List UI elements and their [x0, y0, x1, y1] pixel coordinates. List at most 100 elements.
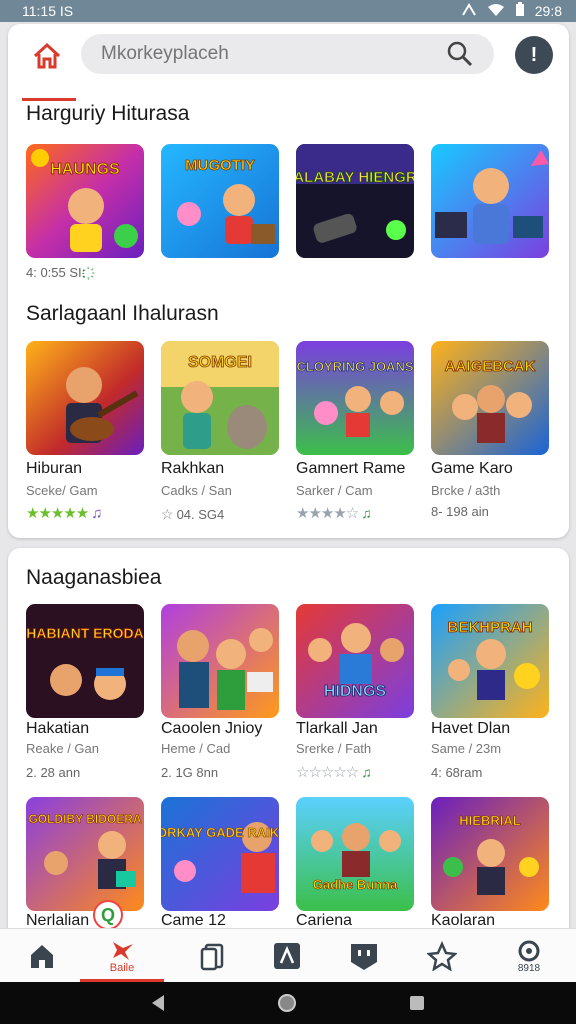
app-subtitle: Sceke/ Gam: [26, 483, 98, 498]
bottom-nav: Baile 8918: [0, 928, 576, 982]
game-tile[interactable]: ALABAY HIENGR: [296, 144, 414, 258]
home-icon: [33, 42, 61, 69]
game-tile[interactable]: AAIGEBCAK: [431, 341, 549, 455]
game-tile[interactable]: Gadhe Bunna: [296, 797, 414, 911]
tile-title: Gadhe Bunna: [313, 877, 398, 892]
game-tile[interactable]: HIDNGS: [296, 604, 414, 718]
app-name: Hiburan: [26, 460, 83, 477]
music-icon: ♫: [91, 504, 103, 522]
tile-title: AAIGEBCAK: [445, 358, 536, 375]
game-tile[interactable]: HIEBRIAL: [431, 797, 549, 911]
app-name: Rakhkan: [161, 460, 225, 477]
search-bar[interactable]: [81, 34, 494, 74]
app-name: Caoolen Jnioy: [161, 720, 263, 737]
game-tile[interactable]: [26, 341, 144, 455]
rating-stars: ★★★★★ ♫: [26, 504, 103, 523]
app-meta: 2. 1G 8nn: [161, 765, 219, 780]
star-outline-icon: ☆: [161, 506, 174, 522]
app-subtitle: Same / 23m: [431, 741, 502, 756]
rating-stars: ☆☆☆☆☆ ♫: [296, 764, 372, 781]
battery-icon: [515, 2, 525, 20]
back-icon[interactable]: [150, 994, 166, 1012]
app-name: Hakatian: [26, 720, 90, 737]
game-tile[interactable]: HAUNGS: [26, 144, 144, 258]
shop-icon: [351, 944, 377, 970]
nav-settings-label: 8918: [517, 962, 541, 974]
star-icon: [427, 941, 457, 971]
app-subtitle: Reake / Gan: [26, 741, 99, 756]
tile-title: GORKAY GADE RAIK: [161, 825, 279, 840]
rating-meta: 8- 198 ain: [431, 504, 489, 519]
copy-icon: [200, 943, 224, 971]
home-button-icon[interactable]: [276, 992, 298, 1014]
game-tile[interactable]: MUGOTIY: [161, 144, 279, 258]
home-icon: [31, 945, 53, 968]
app-subtitle: Srerke / Fath: [296, 741, 372, 756]
alert-icon: !: [530, 43, 538, 66]
badge-icon: Q: [100, 904, 115, 925]
search-icon[interactable]: [446, 40, 474, 68]
app-subtitle: Sarker / Cam: [296, 483, 373, 498]
game-tile[interactable]: GOLDIBY BIDOERA: [26, 797, 144, 911]
app-name: Gamnert Rame: [296, 460, 406, 477]
games-icon: [113, 942, 133, 960]
status-time: 11:15 IS: [22, 3, 74, 19]
game-tile[interactable]: [431, 144, 549, 258]
floating-badge[interactable]: Q: [93, 900, 123, 930]
section-title: Harguriy Hiturasa: [26, 102, 190, 125]
game-tile[interactable]: GORKAY GADE RAIK: [161, 797, 279, 911]
app-meta: 4: 68ram: [431, 765, 483, 780]
nav-copy[interactable]: [180, 929, 244, 983]
app-meta: 2. 28 ann: [26, 765, 81, 780]
tile-title: ALABAY HIENGR: [296, 169, 414, 186]
app-subtitle: Brcke / a3th: [431, 483, 501, 498]
game-tile[interactable]: BEKHPRAH: [431, 604, 549, 718]
rating-meta: ☆ 04. SG4: [161, 506, 225, 522]
app-name: Nerlalian: [26, 912, 90, 928]
nav-settings[interactable]: 8918: [497, 929, 561, 983]
nav-games[interactable]: Baile: [90, 929, 154, 983]
app-name: Game Karo: [431, 460, 513, 477]
tab-home[interactable]: [22, 42, 76, 101]
status-bar: 11:15 IS 29:8: [0, 0, 576, 22]
nav-home[interactable]: [10, 929, 74, 983]
system-nav-bar: [0, 982, 576, 1024]
tile-title: CLOYRING JOANS: [296, 359, 413, 374]
alert-button[interactable]: !: [515, 36, 553, 74]
wifi-icon: [487, 3, 505, 20]
signal-icon: [461, 2, 477, 20]
tile-title: GOLDIBY BIDOERA: [28, 812, 141, 826]
app-subtitle: Cadks / San: [161, 483, 232, 498]
app-name: Cariena: [296, 912, 353, 928]
tile-title: KHABIANT ERODAK: [26, 625, 144, 641]
recents-icon[interactable]: [408, 994, 426, 1012]
tile-title: HIEBRIAL: [459, 813, 520, 828]
battery-level: 29:8: [534, 3, 562, 19]
game-tile[interactable]: CLOYRING JOANS: [296, 341, 414, 455]
tab-home-indicator: [22, 98, 76, 101]
nav-games-label: Baile: [109, 962, 135, 974]
section-title: Naaganasbiea: [26, 566, 162, 589]
nav-puzzle[interactable]: [255, 929, 319, 983]
tile-title: SOMGEI: [188, 354, 252, 371]
nav-favorites[interactable]: [410, 929, 474, 983]
game-tile[interactable]: SOMGEI: [161, 341, 279, 455]
puzzle-icon: [274, 943, 300, 969]
nav-shop[interactable]: [332, 929, 396, 983]
game-tile[interactable]: [161, 604, 279, 718]
settings-icon: [518, 940, 540, 961]
music-icon: ♫: [361, 505, 372, 521]
top-card: ! Harguriy Hiturasa HAUNGS MUGOTIY ALABA…: [8, 24, 569, 538]
search-input[interactable]: [101, 43, 446, 65]
section-title: Sarlagaanl Ihalurasn: [26, 302, 219, 325]
app-name: Kaolaran: [431, 912, 496, 928]
music-icon: ♫: [361, 764, 372, 780]
tile-title: HIDNGS: [324, 683, 387, 700]
tile-title: BEKHPRAH: [447, 619, 532, 636]
app-name: Havet Dlan: [431, 720, 511, 737]
tile-title: HAUNGS: [50, 161, 120, 178]
tile-title: MUGOTIY: [185, 157, 255, 174]
app-name: Came 12: [161, 912, 226, 928]
game-tile[interactable]: KHABIANT ERODAK: [26, 604, 144, 718]
second-card: Naaganasbiea KHABIANT ERODAK HIDNGS BEKH…: [8, 548, 569, 928]
